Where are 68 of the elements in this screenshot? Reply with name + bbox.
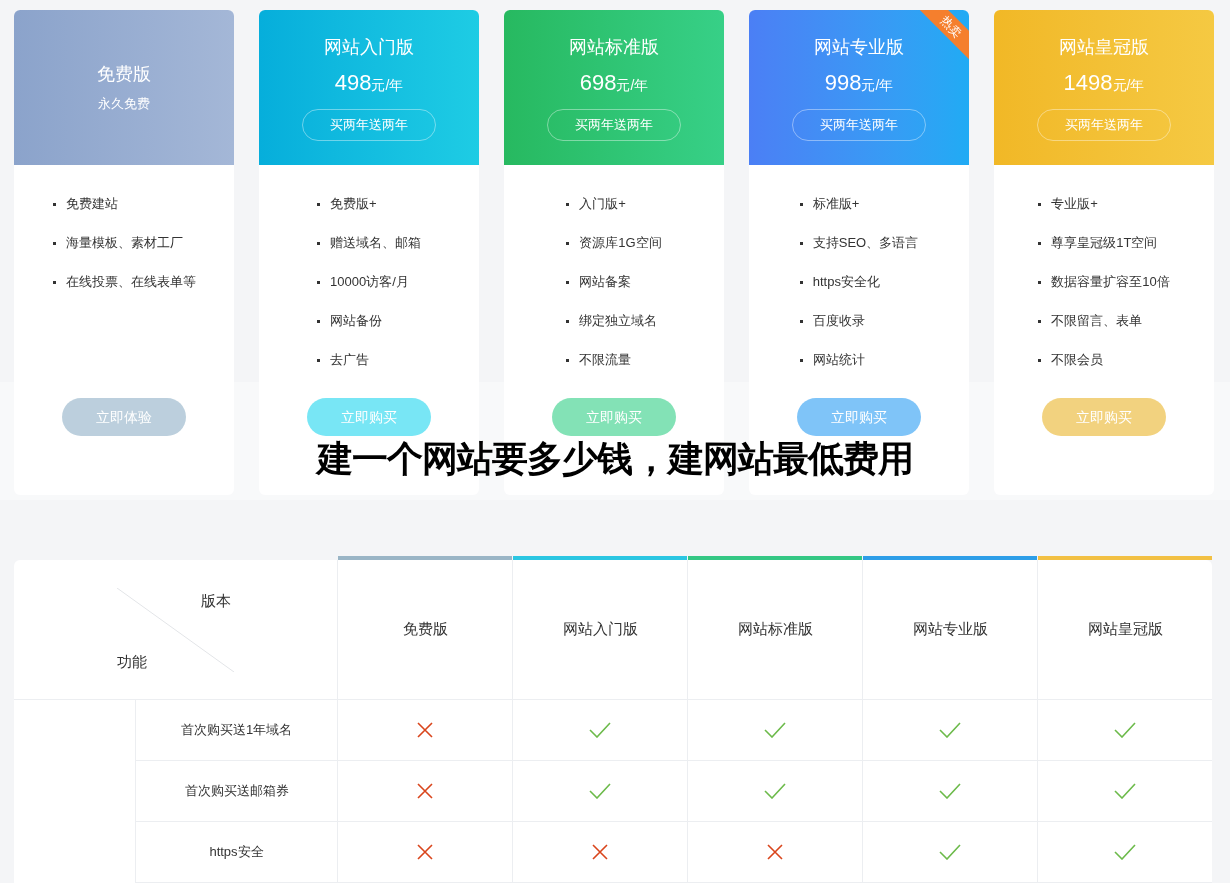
buy-button[interactable]: 立即购买 — [307, 398, 431, 436]
table-cell: https安全 — [135, 822, 337, 883]
buy-button[interactable]: 立即购买 — [1042, 398, 1166, 436]
bullet-icon — [52, 202, 56, 206]
buy-button[interactable]: 立即体验 — [62, 398, 186, 436]
feature-text: 10000访客/月 — [330, 273, 409, 291]
plan-name: 网站专业版 — [814, 36, 904, 59]
hot-label: 热卖 — [938, 14, 964, 40]
bullet-icon — [799, 319, 803, 323]
bullet-icon — [1038, 241, 1042, 245]
feature-text: 在线投票、在线表单等 — [65, 273, 196, 291]
feature-text: 尊享皇冠级1T空间 — [1051, 234, 1158, 252]
feature-text: 资源库1G空间 — [579, 234, 662, 252]
overlay-title: 建一个网站要多少钱，建网站最低费用 — [316, 439, 914, 479]
feature-text: 不限会员 — [1051, 351, 1104, 369]
bullet-icon — [566, 319, 570, 323]
feature-text: 去广告 — [330, 351, 369, 369]
feature-label: 功能 — [117, 652, 147, 672]
feature-text: 免费建站 — [65, 195, 118, 213]
plan-price: 498元/年 — [334, 69, 404, 97]
feature-text: 网站统计 — [812, 351, 865, 369]
bullet-icon — [317, 319, 320, 323]
feature-text: 网站备案 — [579, 273, 632, 291]
feature-text: 百度收录 — [812, 312, 865, 330]
feature-text: 数据容量扩容至10倍 — [1051, 273, 1170, 291]
plan-price: 698元/年 — [579, 69, 649, 97]
plan-price: 998元/年 — [824, 69, 894, 97]
version-label: 版本 — [201, 591, 231, 611]
plan-name: 免费版 — [97, 62, 151, 86]
plan-name: 网站皇冠版 — [1059, 36, 1149, 59]
plan-name: 网站入门版 — [324, 36, 414, 59]
bullet-icon — [566, 280, 570, 284]
bullet-icon — [317, 280, 320, 284]
bullet-icon — [566, 358, 570, 362]
plan-subtitle: 永久免费 — [98, 94, 150, 113]
buy-button[interactable]: 立即购买 — [552, 398, 676, 436]
table-cell: 首次购买送1年域名 — [135, 700, 337, 761]
bullet-icon — [317, 241, 320, 245]
feature-text: 免费版+ — [330, 195, 377, 213]
bullet-icon — [799, 358, 803, 362]
bullet-icon — [1038, 358, 1042, 362]
bullet-icon — [566, 241, 570, 245]
bullet-icon — [52, 280, 56, 284]
feature-text: 网站备份 — [330, 312, 382, 330]
feature-text: https安全化 — [812, 273, 880, 291]
bullet-icon — [317, 202, 320, 206]
table-cell: 首次购买送邮箱券 — [135, 761, 337, 822]
bullet-icon — [1038, 202, 1042, 206]
bullet-icon — [52, 241, 56, 245]
plan-price: 1498元/年 — [1063, 69, 1145, 97]
bullet-icon — [1038, 280, 1042, 284]
feature-text: 支持SEO、多语言 — [812, 234, 919, 252]
feature-text: 不限流量 — [579, 351, 632, 369]
feature-text: 海量模板、素材工厂 — [65, 234, 183, 252]
bullet-icon — [317, 358, 320, 362]
bullet-icon — [799, 202, 803, 206]
feature-text: 不限留言、表单 — [1051, 312, 1143, 330]
buy-button[interactable]: 立即购买 — [797, 398, 921, 436]
plan-name: 网站标准版 — [569, 36, 659, 59]
bullet-icon — [799, 241, 803, 245]
feature-text: 标准版+ — [812, 195, 860, 213]
bullet-icon — [566, 202, 570, 206]
feature-text: 入门版+ — [579, 195, 626, 213]
bullet-icon — [1038, 319, 1042, 323]
feature-text: 专业版+ — [1051, 195, 1098, 213]
feature-text: 赠送域名、邮箱 — [330, 234, 421, 252]
feature-text: 绑定独立域名 — [579, 312, 658, 330]
bullet-icon — [799, 280, 803, 284]
